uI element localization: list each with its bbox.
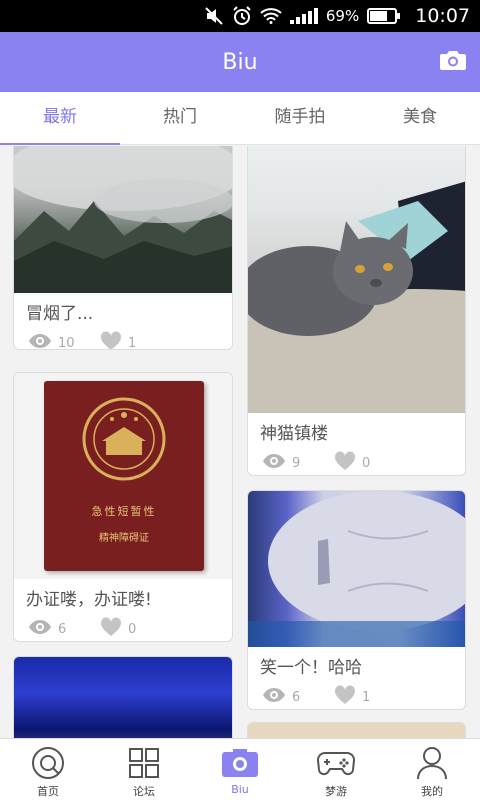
tab-snapshot[interactable]: 随手拍 bbox=[240, 92, 360, 144]
eye-icon bbox=[262, 687, 286, 707]
nav-home-label: 首页 bbox=[37, 785, 59, 798]
post-stats: 6 0 bbox=[14, 611, 232, 641]
wifi-icon bbox=[260, 8, 282, 24]
app-bar: Biu bbox=[0, 32, 480, 92]
app-title: Biu bbox=[222, 49, 258, 75]
mute-icon bbox=[204, 7, 224, 25]
nav-forum[interactable]: 论坛 bbox=[96, 739, 192, 800]
like-count[interactable]: 1 bbox=[100, 331, 172, 349]
post-caption: 笑一个！哈哈 bbox=[260, 658, 362, 678]
nav-forum-label: 论坛 bbox=[133, 785, 155, 798]
signal-icon bbox=[289, 8, 318, 24]
nav-biu[interactable]: Biu bbox=[192, 739, 288, 800]
view-count: 6 bbox=[262, 687, 334, 707]
post-card[interactable]: 急性短暂性 精神障碍证 办证喽，办证喽! 6 0 bbox=[13, 372, 233, 642]
post-photo-stingray[interactable] bbox=[248, 491, 465, 647]
view-count: 9 bbox=[262, 453, 334, 473]
post-card[interactable] bbox=[13, 656, 233, 738]
eye-icon bbox=[262, 453, 286, 473]
nav-mine-label: 我的 bbox=[421, 785, 443, 798]
tab-latest[interactable]: 最新 bbox=[0, 92, 120, 145]
alarm-icon bbox=[232, 6, 252, 26]
post-card[interactable] bbox=[247, 722, 466, 738]
certificate-title-line1: 急性短暂性 bbox=[91, 505, 157, 518]
post-caption: 神猫镇楼 bbox=[260, 424, 328, 444]
category-tabs: 最新 热门 随手拍 美食 bbox=[0, 92, 480, 145]
camera-icon bbox=[439, 48, 467, 76]
nav-dream-label: 梦游 bbox=[325, 785, 347, 798]
bottom-nav: 首页 论坛 Biu 梦游 我的 bbox=[0, 738, 480, 800]
view-count: 10 bbox=[28, 333, 100, 349]
grid-icon bbox=[125, 745, 163, 781]
tab-food[interactable]: 美食 bbox=[360, 92, 480, 144]
nav-dream[interactable]: 梦游 bbox=[288, 739, 384, 800]
post-stats: 10 1 bbox=[14, 325, 232, 349]
home-icon bbox=[29, 745, 67, 781]
like-count[interactable]: 0 bbox=[100, 617, 172, 641]
gamepad-icon bbox=[317, 745, 355, 781]
post-stats: 6 1 bbox=[248, 679, 465, 709]
certificate-title-line2: 精神障碍证 bbox=[99, 533, 149, 544]
nav-home[interactable]: 首页 bbox=[0, 739, 96, 800]
heart-icon bbox=[334, 451, 356, 475]
heart-icon bbox=[100, 617, 122, 641]
post-photo-lights[interactable] bbox=[14, 657, 232, 738]
heart-icon bbox=[334, 685, 356, 709]
post-caption: 冒烟了... bbox=[26, 304, 94, 324]
like-count[interactable]: 1 bbox=[334, 685, 406, 709]
post-stats: 9 0 bbox=[248, 445, 465, 475]
heart-icon bbox=[100, 331, 122, 349]
post-card[interactable]: 冒烟了... 10 1 bbox=[13, 146, 233, 350]
battery-percent: 69% bbox=[325, 7, 360, 25]
post-card[interactable]: 神猫镇楼 9 0 bbox=[247, 146, 466, 476]
camera-button[interactable] bbox=[438, 47, 468, 77]
eye-icon bbox=[28, 333, 52, 349]
status-bar: 69% 10:07 bbox=[0, 0, 480, 32]
post-photo-sketch[interactable] bbox=[248, 723, 465, 738]
eye-icon bbox=[28, 619, 52, 639]
battery-icon bbox=[367, 8, 401, 24]
post-photo-cat[interactable] bbox=[248, 146, 465, 413]
post-photo-mountains[interactable] bbox=[14, 146, 232, 293]
nav-biu-label: Biu bbox=[231, 783, 249, 796]
clock: 10:07 bbox=[415, 5, 470, 27]
post-card[interactable]: 笑一个！哈哈 6 1 bbox=[247, 490, 466, 710]
post-photo-certificate[interactable]: 急性短暂性 精神障碍证 bbox=[14, 373, 232, 579]
nav-mine[interactable]: 我的 bbox=[384, 739, 480, 800]
tab-hot[interactable]: 热门 bbox=[120, 92, 240, 144]
like-count[interactable]: 0 bbox=[334, 451, 406, 475]
photo-feed[interactable]: 冒烟了... 10 1 神猫镇楼 9 0 急性短暂性 精神障碍证 办证喽，办证喽… bbox=[0, 146, 480, 738]
camera-icon bbox=[221, 745, 259, 781]
view-count: 6 bbox=[28, 619, 100, 639]
post-caption: 办证喽，办证喽! bbox=[26, 590, 152, 610]
user-icon bbox=[413, 745, 451, 781]
